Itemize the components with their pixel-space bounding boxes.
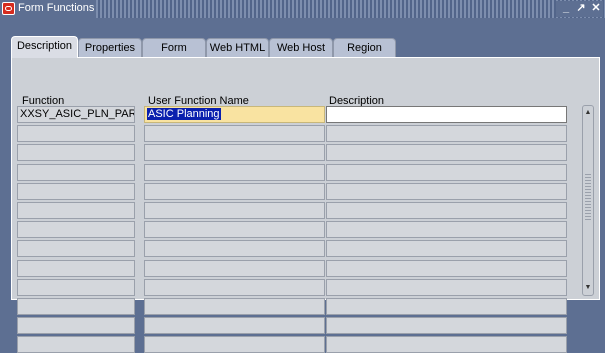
cell-description[interactable] — [326, 278, 567, 296]
cell-user-function-name[interactable] — [144, 144, 325, 162]
cell-description[interactable] — [326, 144, 567, 162]
selected-text: ASIC Planning — [147, 108, 221, 120]
cell-description[interactable] — [326, 240, 567, 258]
cell-function[interactable] — [17, 182, 135, 200]
tab-web-host[interactable]: Web Host — [269, 38, 333, 57]
cell-description[interactable] — [326, 106, 567, 123]
cell-user-function-name[interactable] — [144, 240, 325, 258]
cell-user-function-name[interactable] — [144, 182, 325, 200]
cell-function[interactable] — [17, 259, 135, 277]
cell-function[interactable]: XXSY_ASIC_PLN_PARA — [17, 106, 135, 123]
cell-description[interactable] — [326, 317, 567, 335]
close-icon[interactable]: ✕ — [589, 1, 603, 16]
cell-user-function-name[interactable]: ASIC Planning — [144, 106, 325, 123]
scroll-thumb[interactable] — [585, 174, 591, 220]
scroll-up-icon[interactable]: ▲ — [583, 107, 593, 119]
cell-description[interactable] — [326, 221, 567, 239]
tab-region[interactable]: Region — [333, 38, 396, 57]
scroll-down-icon[interactable]: ▼ — [583, 282, 593, 294]
cell-function[interactable] — [17, 202, 135, 219]
cell-user-function-name[interactable] — [144, 278, 325, 296]
cell-description[interactable] — [326, 182, 567, 200]
cell-description[interactable] — [326, 163, 567, 181]
cell-description[interactable] — [326, 336, 567, 353]
form-functions-window: Form Functions _ ↗ ✕ Description Propert… — [0, 0, 605, 353]
tab-description[interactable]: Description — [11, 36, 78, 58]
cell-function[interactable] — [17, 125, 135, 143]
cell-user-function-name[interactable] — [144, 163, 325, 181]
cell-user-function-name[interactable] — [144, 259, 325, 277]
cell-function[interactable] — [17, 144, 135, 162]
cell-description[interactable] — [326, 202, 567, 219]
cell-function[interactable] — [17, 278, 135, 296]
cell-description[interactable] — [326, 259, 567, 277]
window-title: Form Functions — [18, 2, 95, 14]
vertical-scrollbar[interactable]: ▲ ▼ — [582, 105, 594, 296]
cell-function[interactable] — [17, 336, 135, 353]
cell-user-function-name[interactable] — [144, 125, 325, 143]
cell-function[interactable] — [17, 240, 135, 258]
cell-user-function-name[interactable] — [144, 202, 325, 219]
restore-icon[interactable]: ↗ — [574, 1, 588, 16]
cell-description[interactable] — [326, 125, 567, 143]
cell-function[interactable] — [17, 221, 135, 239]
oracle-icon — [2, 2, 15, 15]
window-controls: _ ↗ ✕ — [556, 1, 603, 17]
cell-user-function-name[interactable] — [144, 336, 325, 353]
cell-user-function-name[interactable] — [144, 317, 325, 335]
cell-function[interactable] — [17, 163, 135, 181]
minimize-icon[interactable]: _ — [559, 1, 573, 16]
title-bar[interactable]: Form Functions _ ↗ ✕ — [0, 0, 605, 18]
cell-function[interactable] — [17, 317, 135, 335]
cell-user-function-name[interactable] — [144, 221, 325, 239]
tab-form[interactable]: Form — [142, 38, 206, 57]
tab-web-html[interactable]: Web HTML — [206, 38, 269, 57]
main-panel: Description Properties Form Web HTML Web… — [8, 22, 600, 353]
tab-properties[interactable]: Properties — [78, 38, 142, 57]
